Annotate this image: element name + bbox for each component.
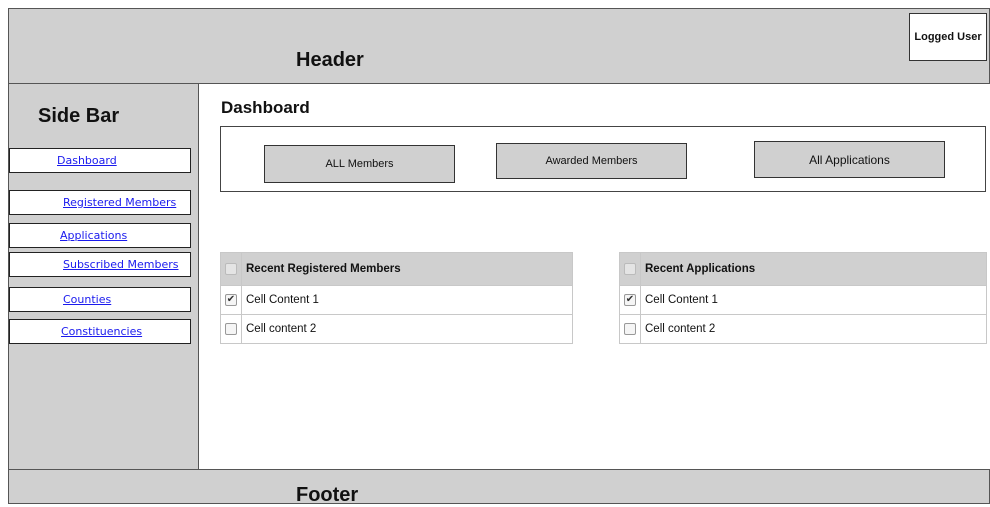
select-all-cell[interactable]	[220, 252, 242, 286]
all-applications-button[interactable]: All Applications	[754, 141, 945, 178]
header-title: Header	[296, 49, 364, 71]
sidebar-item-registered-members[interactable]: Registered Members	[9, 190, 191, 215]
sidebar-item-counties[interactable]: Counties	[9, 287, 191, 312]
table-cell: Cell content 2	[640, 314, 987, 344]
row-checkbox-cell[interactable]: ✔	[220, 285, 242, 315]
recent-applications-table: Recent Applications ✔ Cell Content 1 Cel…	[619, 252, 987, 344]
sidebar: Side Bar Dashboard Registered Members Ap…	[8, 84, 199, 470]
table-header-row: Recent Registered Members	[220, 252, 573, 286]
header: Header Logged User	[8, 8, 990, 84]
sidebar-item-constituencies[interactable]: Constituencies	[9, 319, 191, 344]
sidebar-item-subscribed-members[interactable]: Subscribed Members	[9, 252, 191, 277]
select-all-checkbox[interactable]	[624, 262, 636, 275]
row-checkbox[interactable]	[225, 322, 237, 335]
select-all-checkbox[interactable]	[225, 262, 237, 275]
row-checkbox[interactable]	[624, 322, 636, 335]
select-all-cell[interactable]	[619, 252, 641, 286]
table-cell: Cell Content 1	[241, 285, 573, 315]
row-checkbox-cell[interactable]: ✔	[619, 285, 641, 315]
footer: Footer	[8, 469, 990, 506]
recent-members-table: Recent Registered Members ✔ Cell Content…	[220, 252, 573, 344]
table-cell: Cell content 2	[241, 314, 573, 344]
page-title: Dashboard	[221, 98, 310, 117]
sidebar-item-applications[interactable]: Applications	[9, 223, 191, 248]
row-checkbox-cell[interactable]	[220, 314, 242, 344]
table-cell: Cell Content 1	[640, 285, 987, 315]
column-header: Recent Applications	[640, 252, 987, 286]
column-header: Recent Registered Members	[241, 252, 573, 286]
checkmark-icon[interactable]: ✔	[225, 293, 237, 306]
row-checkbox-cell[interactable]	[619, 314, 641, 344]
table-row[interactable]: Cell content 2	[220, 314, 573, 344]
sidebar-title: Side Bar	[38, 105, 120, 127]
logged-user-button[interactable]: Logged User	[909, 13, 987, 61]
table-row[interactable]: ✔ Cell Content 1	[619, 285, 987, 315]
table-row[interactable]: ✔ Cell Content 1	[220, 285, 573, 315]
table-header-row: Recent Applications	[619, 252, 987, 286]
checkmark-icon[interactable]: ✔	[624, 293, 636, 306]
stats-panel: ALL Members Awarded Members All Applicat…	[220, 126, 986, 192]
awarded-members-button[interactable]: Awarded Members	[496, 143, 687, 179]
all-members-button[interactable]: ALL Members	[264, 145, 455, 183]
sidebar-item-dashboard[interactable]: Dashboard	[9, 148, 191, 173]
table-row[interactable]: Cell content 2	[619, 314, 987, 344]
